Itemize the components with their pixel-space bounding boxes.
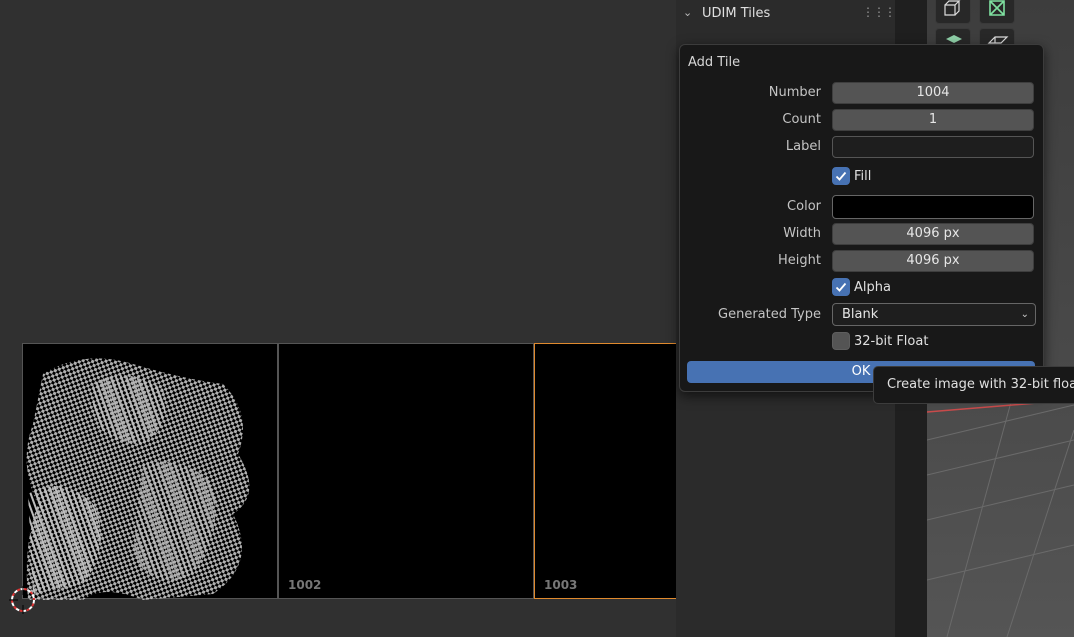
height-label: Height xyxy=(778,253,821,268)
color-swatch[interactable] xyxy=(832,195,1034,219)
udim-tiles-panel-title[interactable]: UDIM Tiles xyxy=(702,6,770,21)
float-checkbox[interactable] xyxy=(832,332,850,350)
fill-label: Fill xyxy=(854,169,872,184)
number-field[interactable]: 1004 xyxy=(832,82,1034,104)
count-label: Count xyxy=(782,112,821,127)
view-cube-button[interactable] xyxy=(935,0,971,24)
uv-texture-pattern xyxy=(26,358,250,600)
width-label: Width xyxy=(783,226,821,241)
chevron-down-icon[interactable]: ⌄ xyxy=(683,6,692,19)
dialog-title: Add Tile xyxy=(688,55,741,70)
generated-type-select[interactable]: Blank ⌄ xyxy=(832,303,1036,326)
tile-label: 1003 xyxy=(544,578,578,592)
fill-checkbox[interactable] xyxy=(832,167,850,185)
label-field[interactable] xyxy=(832,136,1034,158)
count-field[interactable]: 1 xyxy=(832,109,1034,131)
select-box-button[interactable] xyxy=(979,0,1015,24)
cube-select-icon xyxy=(989,0,1005,16)
tile-label: 1002 xyxy=(288,578,322,592)
add-tile-dialog: Add Tile Number 1004 Count 1 Label Fill … xyxy=(679,44,1044,392)
width-field[interactable]: 4096 px xyxy=(832,223,1034,245)
color-label: Color xyxy=(787,199,821,214)
height-field[interactable]: 4096 px xyxy=(832,250,1034,272)
checkmark-icon xyxy=(835,171,847,181)
alpha-checkbox[interactable] xyxy=(832,278,850,296)
udim-tile-1001[interactable] xyxy=(22,343,278,600)
udim-tile-1002[interactable]: 1002 xyxy=(278,343,534,599)
generated-type-label: Generated Type xyxy=(718,307,821,322)
number-label: Number xyxy=(768,85,821,100)
3d-cursor-icon[interactable] xyxy=(9,586,37,614)
chevron-down-icon: ⌄ xyxy=(1020,309,1029,320)
checkmark-icon xyxy=(835,282,847,292)
tooltip: Create image with 32-bit floati xyxy=(873,366,1074,404)
drag-grip-icon[interactable]: ⋮⋮⋮ xyxy=(862,5,896,19)
float-label: 32-bit Float xyxy=(854,334,929,349)
generated-type-value: Blank xyxy=(842,307,879,322)
alpha-label: Alpha xyxy=(854,280,891,295)
label-label: Label xyxy=(785,139,821,154)
cube-icon xyxy=(944,0,961,16)
